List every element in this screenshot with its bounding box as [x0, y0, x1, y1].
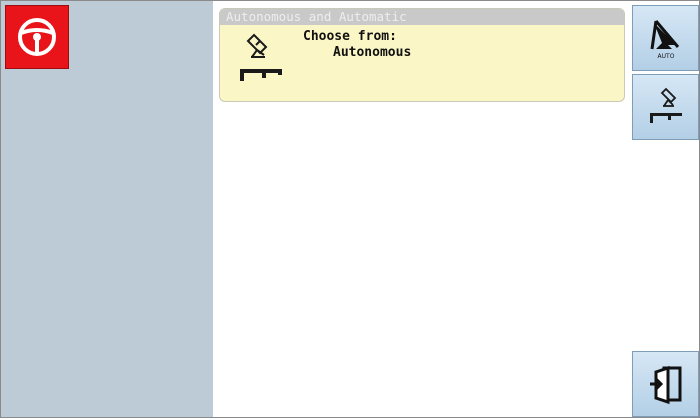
- exit-button[interactable]: [632, 351, 699, 417]
- satellite-implement-icon: [240, 33, 282, 81]
- screen-frame: Autonomous and Automatic Choose from: Au…: [0, 0, 700, 418]
- left-panel: [1, 1, 213, 417]
- choose-from-label: Choose from:: [303, 29, 397, 44]
- exit-icon: [649, 365, 681, 405]
- auto-steer-arrow-icon: AUTO: [650, 20, 679, 60]
- auto-mode-button[interactable]: AUTO: [632, 5, 699, 71]
- autonomous-automatic-panel: Autonomous and Automatic Choose from: Au…: [219, 8, 625, 102]
- steering-button[interactable]: [5, 5, 69, 69]
- option-autonomous[interactable]: Autonomous: [333, 45, 411, 61]
- right-button-bar: AUTO: [630, 1, 699, 417]
- steering-wheel-icon: [18, 18, 56, 56]
- autonomous-mode-button[interactable]: [632, 74, 699, 140]
- panel-title: Autonomous and Automatic: [220, 9, 624, 25]
- satellite-implement-small-icon: [649, 87, 682, 123]
- auto-label: AUTO: [657, 53, 674, 60]
- main-area: Autonomous and Automatic Choose from: Au…: [213, 1, 630, 417]
- panel-body: Choose from: Autonomous: [220, 25, 624, 101]
